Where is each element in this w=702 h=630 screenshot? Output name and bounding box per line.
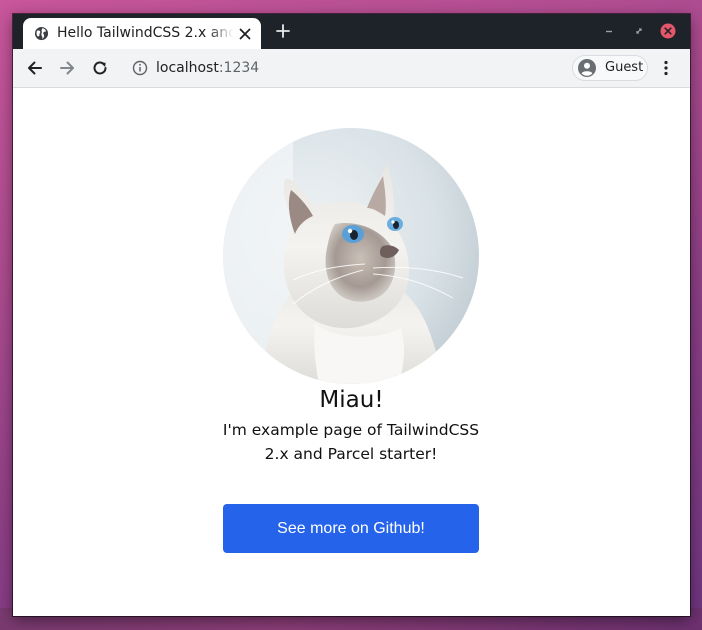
address-bar[interactable]: localhost:1234: [156, 49, 259, 87]
tab-title: Hello TailwindCSS 2.x and Parcel: [57, 25, 233, 41]
browser-toolbar: localhost:1234 Guest: [13, 49, 690, 88]
browser-window: Hello TailwindCSS 2.x and Parcel: [13, 14, 690, 616]
tab-strip: Hello TailwindCSS 2.x and Parcel: [13, 14, 690, 49]
page-content: Miau! I'm example page of TailwindCSS 2.…: [13, 88, 690, 616]
page-heading: Miau!: [319, 387, 384, 413]
url-host: localhost: [156, 60, 219, 76]
url-port: :1234: [218, 60, 260, 76]
reload-icon[interactable]: [90, 58, 110, 78]
page-description: I'm example page of TailwindCSS 2.x and …: [222, 421, 480, 463]
person-icon: [578, 59, 596, 77]
kebab-menu-icon[interactable]: [659, 59, 673, 77]
minimize-icon[interactable]: [601, 23, 617, 39]
arrow-right-icon[interactable]: [57, 58, 77, 78]
plus-icon[interactable]: [274, 22, 292, 40]
profile-label: Guest: [605, 60, 644, 75]
restore-icon[interactable]: [631, 23, 647, 39]
window-close-icon[interactable]: [660, 23, 676, 39]
close-icon[interactable]: [237, 26, 253, 42]
github-button[interactable]: See more on Github!: [223, 504, 479, 553]
arrow-left-icon[interactable]: [25, 58, 45, 78]
info-icon[interactable]: [132, 60, 148, 76]
globe-icon: [34, 26, 49, 41]
profile-button[interactable]: Guest: [572, 55, 648, 81]
kitten-image: [223, 128, 479, 384]
browser-tab[interactable]: Hello TailwindCSS 2.x and Parcel: [23, 18, 261, 49]
